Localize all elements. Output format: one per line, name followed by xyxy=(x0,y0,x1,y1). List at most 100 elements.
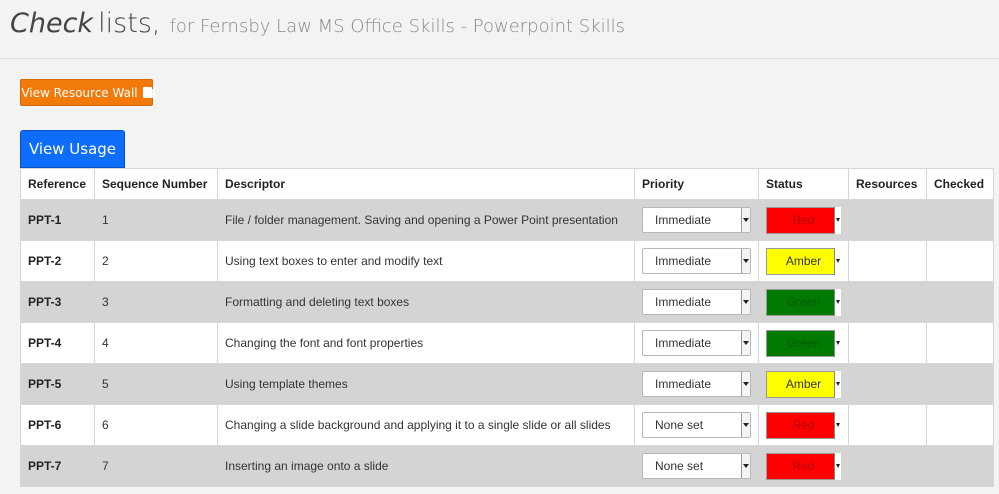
chevron-down-icon xyxy=(834,247,841,275)
sequence-cell: 3 xyxy=(94,281,218,323)
resources-cell xyxy=(848,445,927,487)
descriptor-cell: Formatting and deleting text boxes xyxy=(217,281,635,323)
table-row: PPT-6 6 Changing a slide background and ap… xyxy=(20,404,994,446)
chevron-down-icon xyxy=(741,331,750,355)
priority-value: Immediate xyxy=(655,336,712,350)
page-header: Check lists, for Fernsby Law MS Office S… xyxy=(0,0,999,59)
reference-cell: PPT-5 xyxy=(20,363,95,405)
priority-select[interactable]: None set xyxy=(642,453,751,479)
checklist-table: Reference Sequence Number Descriptor Priori… xyxy=(20,168,994,487)
page-title: Check lists, for Fernsby Law MS Office S… xyxy=(10,8,625,39)
column-header-resources: Resources xyxy=(848,168,927,200)
priority-select[interactable]: Immediate xyxy=(642,289,751,315)
chevron-down-icon xyxy=(834,411,841,439)
reference-cell: PPT-2 xyxy=(20,240,95,282)
status-value: Green xyxy=(786,336,821,350)
checked-cell xyxy=(926,404,994,446)
status-cell: Amber xyxy=(758,363,849,405)
status-cell: Green xyxy=(758,322,849,364)
priority-cell: Immediate xyxy=(634,199,759,241)
page-subtitle: for Fernsby Law MS Office Skills - Power… xyxy=(169,16,626,37)
status-cell: Green xyxy=(758,281,849,323)
chevron-down-icon xyxy=(834,452,841,480)
view-resource-wall-label: View Resource Wall xyxy=(21,85,138,100)
table-row: PPT-5 5 Using template themes Immediate Ambe… xyxy=(20,363,994,405)
checked-cell xyxy=(926,281,994,323)
column-header-descriptor: Descriptor xyxy=(217,168,635,200)
status-value: Amber xyxy=(785,254,822,268)
chevron-down-icon xyxy=(741,413,750,437)
priority-value: Immediate xyxy=(655,213,712,227)
status-select[interactable]: Red xyxy=(766,411,841,439)
chevron-down-icon xyxy=(741,290,750,314)
descriptor-cell: Using text boxes to enter and modify tex… xyxy=(217,240,635,282)
sequence-cell: 2 xyxy=(94,240,218,282)
status-select[interactable]: Amber xyxy=(766,247,841,275)
reference-cell: PPT-4 xyxy=(20,322,95,364)
resources-cell xyxy=(848,199,927,241)
resources-cell xyxy=(848,281,927,323)
status-cell: Red xyxy=(758,404,849,446)
status-cell: Red xyxy=(758,445,849,487)
column-header-sequence-number: Sequence Number xyxy=(94,168,218,200)
chevron-down-icon xyxy=(834,329,841,357)
priority-select[interactable]: Immediate xyxy=(642,371,751,397)
column-header-priority: Priority xyxy=(634,168,759,200)
chevron-down-icon xyxy=(834,288,841,316)
view-usage-button[interactable]: View Usage xyxy=(20,130,125,168)
sequence-cell: 7 xyxy=(94,445,218,487)
column-header-checked: Checked xyxy=(926,168,994,200)
priority-value: None set xyxy=(655,418,704,432)
reference-cell: PPT-7 xyxy=(20,445,95,487)
resources-cell xyxy=(848,404,927,446)
descriptor-cell: Changing a slide background and applying… xyxy=(217,404,635,446)
column-header-reference: Reference xyxy=(20,168,95,200)
priority-select[interactable]: None set xyxy=(642,412,751,438)
descriptor-cell: Changing the font and font properties xyxy=(217,322,635,364)
chevron-down-icon xyxy=(834,370,841,398)
sequence-cell: 6 xyxy=(94,404,218,446)
priority-select[interactable]: Immediate xyxy=(642,330,751,356)
table-row: PPT-1 1 File / folder management. Saving a… xyxy=(20,199,994,241)
priority-cell: Immediate xyxy=(634,281,759,323)
resources-cell xyxy=(848,240,927,282)
column-header-status: Status xyxy=(758,168,849,200)
sequence-cell: 4 xyxy=(94,322,218,364)
status-cell: Red xyxy=(758,199,849,241)
descriptor-cell: Using template themes xyxy=(217,363,635,405)
status-select[interactable]: Green xyxy=(766,329,841,357)
table-header-row: Reference Sequence Number Descriptor Priori… xyxy=(20,168,994,200)
descriptor-cell: Inserting an image onto a slide xyxy=(217,445,635,487)
priority-cell: None set xyxy=(634,404,759,446)
priority-value: Immediate xyxy=(655,377,712,391)
status-value: Amber xyxy=(785,377,822,391)
status-select[interactable]: Green xyxy=(766,288,841,316)
chevron-down-icon xyxy=(834,206,841,234)
table-row: PPT-7 7 Inserting an image onto a slide Non… xyxy=(20,445,994,487)
descriptor-cell: File / folder management. Saving and ope… xyxy=(217,199,635,241)
table-row: PPT-2 2 Using text boxes to enter and modi… xyxy=(20,240,994,282)
checked-cell xyxy=(926,199,994,241)
priority-value: Immediate xyxy=(655,295,712,309)
chevron-down-icon xyxy=(741,454,750,478)
priority-select[interactable]: Immediate xyxy=(642,207,751,233)
checked-cell xyxy=(926,445,994,487)
copy-icon xyxy=(142,87,155,98)
view-resource-wall-button[interactable]: View Resource Wall xyxy=(20,79,155,106)
title-rest: lists, xyxy=(98,8,161,39)
status-select[interactable]: Red xyxy=(766,206,841,234)
status-select[interactable]: Red xyxy=(766,452,841,480)
priority-select[interactable]: Immediate xyxy=(642,248,751,274)
resources-cell xyxy=(848,322,927,364)
title-italic: Check xyxy=(10,8,94,39)
checked-cell xyxy=(926,322,994,364)
sequence-cell: 5 xyxy=(94,363,218,405)
reference-cell: PPT-6 xyxy=(20,404,95,446)
priority-cell: None set xyxy=(634,445,759,487)
table-row: PPT-3 3 Formatting and deleting text boxes… xyxy=(20,281,994,323)
view-usage-label: View Usage xyxy=(28,140,117,158)
reference-cell: PPT-3 xyxy=(20,281,95,323)
checked-cell xyxy=(926,240,994,282)
priority-value: None set xyxy=(655,459,704,473)
status-select[interactable]: Amber xyxy=(766,370,841,398)
